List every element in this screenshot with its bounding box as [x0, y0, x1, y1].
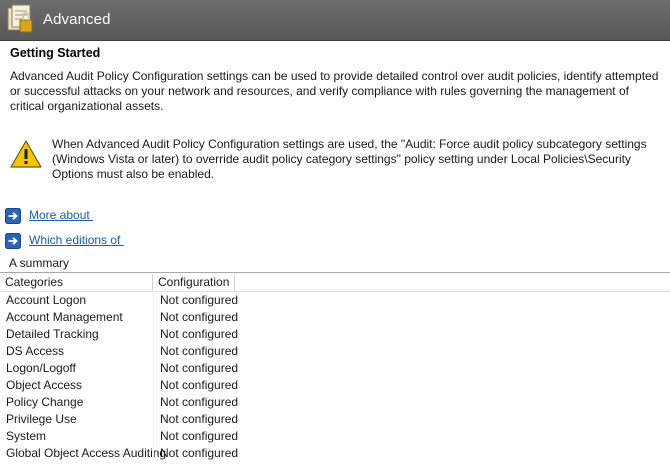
row-category: Account Management	[6, 310, 123, 324]
table-row[interactable]: DS Access Not configured	[0, 343, 670, 360]
row-category: Policy Change	[6, 395, 84, 409]
section-heading: Getting Started	[10, 46, 101, 60]
row-configuration: Not configured	[153, 326, 238, 343]
row-category: Privilege Use	[6, 412, 77, 426]
table-row[interactable]: Object Access Not configured	[0, 377, 670, 394]
window-title: Advanced	[43, 11, 111, 28]
table-row[interactable]: System Not configured	[0, 428, 670, 445]
blue-arrow-icon[interactable]	[5, 208, 21, 224]
policy-document-icon	[7, 4, 33, 33]
column-header-categories[interactable]: Categories	[0, 274, 153, 291]
row-category: Object Access	[6, 378, 83, 392]
table-header: Categories Configuration	[0, 274, 670, 292]
table-row[interactable]: Global Object Access Auditing Not configu…	[0, 445, 670, 462]
table-row[interactable]: Policy Change Not configured	[0, 394, 670, 411]
table-row[interactable]: Account Management Not configured	[0, 309, 670, 326]
more-about-link[interactable]: More about	[29, 208, 93, 222]
row-category: Detailed Tracking	[6, 327, 99, 341]
table-row[interactable]: Account Logon Not configured	[0, 292, 670, 309]
summary-table: Categories Configuration Account Logon No…	[0, 274, 670, 462]
row-configuration: Not configured	[153, 411, 238, 428]
title-bar: Advanced	[0, 0, 670, 41]
row-category: DS Access	[6, 344, 65, 358]
column-header-configuration[interactable]: Configuration	[153, 274, 235, 291]
description-text: Advanced Audit Policy Configuration sett…	[10, 69, 659, 113]
table-row[interactable]: Privilege Use Not configured	[0, 411, 670, 428]
row-configuration: Not configured	[153, 292, 238, 309]
blue-arrow-icon[interactable]	[5, 233, 21, 249]
row-configuration: Not configured	[153, 309, 238, 326]
row-configuration: Not configured	[153, 428, 238, 445]
summary-label: A summary	[9, 256, 70, 270]
row-category: Logon/Logoff	[6, 361, 76, 375]
row-configuration: Not configured	[153, 360, 238, 377]
which-editions-link[interactable]: Which editions of	[29, 233, 124, 247]
row-configuration: Not configured	[153, 377, 238, 394]
row-category: Global Object Access Auditing	[6, 446, 167, 460]
column-divider	[153, 291, 154, 462]
warning-icon	[10, 140, 42, 168]
warning-text: When Advanced Audit Policy Configuration…	[52, 137, 647, 181]
row-category: Account Logon	[6, 293, 87, 307]
divider	[0, 272, 670, 273]
table-row[interactable]: Detailed Tracking Not configured	[0, 326, 670, 343]
row-configuration: Not configured	[153, 394, 238, 411]
row-configuration: Not configured	[153, 343, 238, 360]
row-configuration: Not configured	[153, 445, 238, 462]
row-category: System	[6, 429, 47, 443]
table-row[interactable]: Logon/Logoff Not configured	[0, 360, 670, 377]
